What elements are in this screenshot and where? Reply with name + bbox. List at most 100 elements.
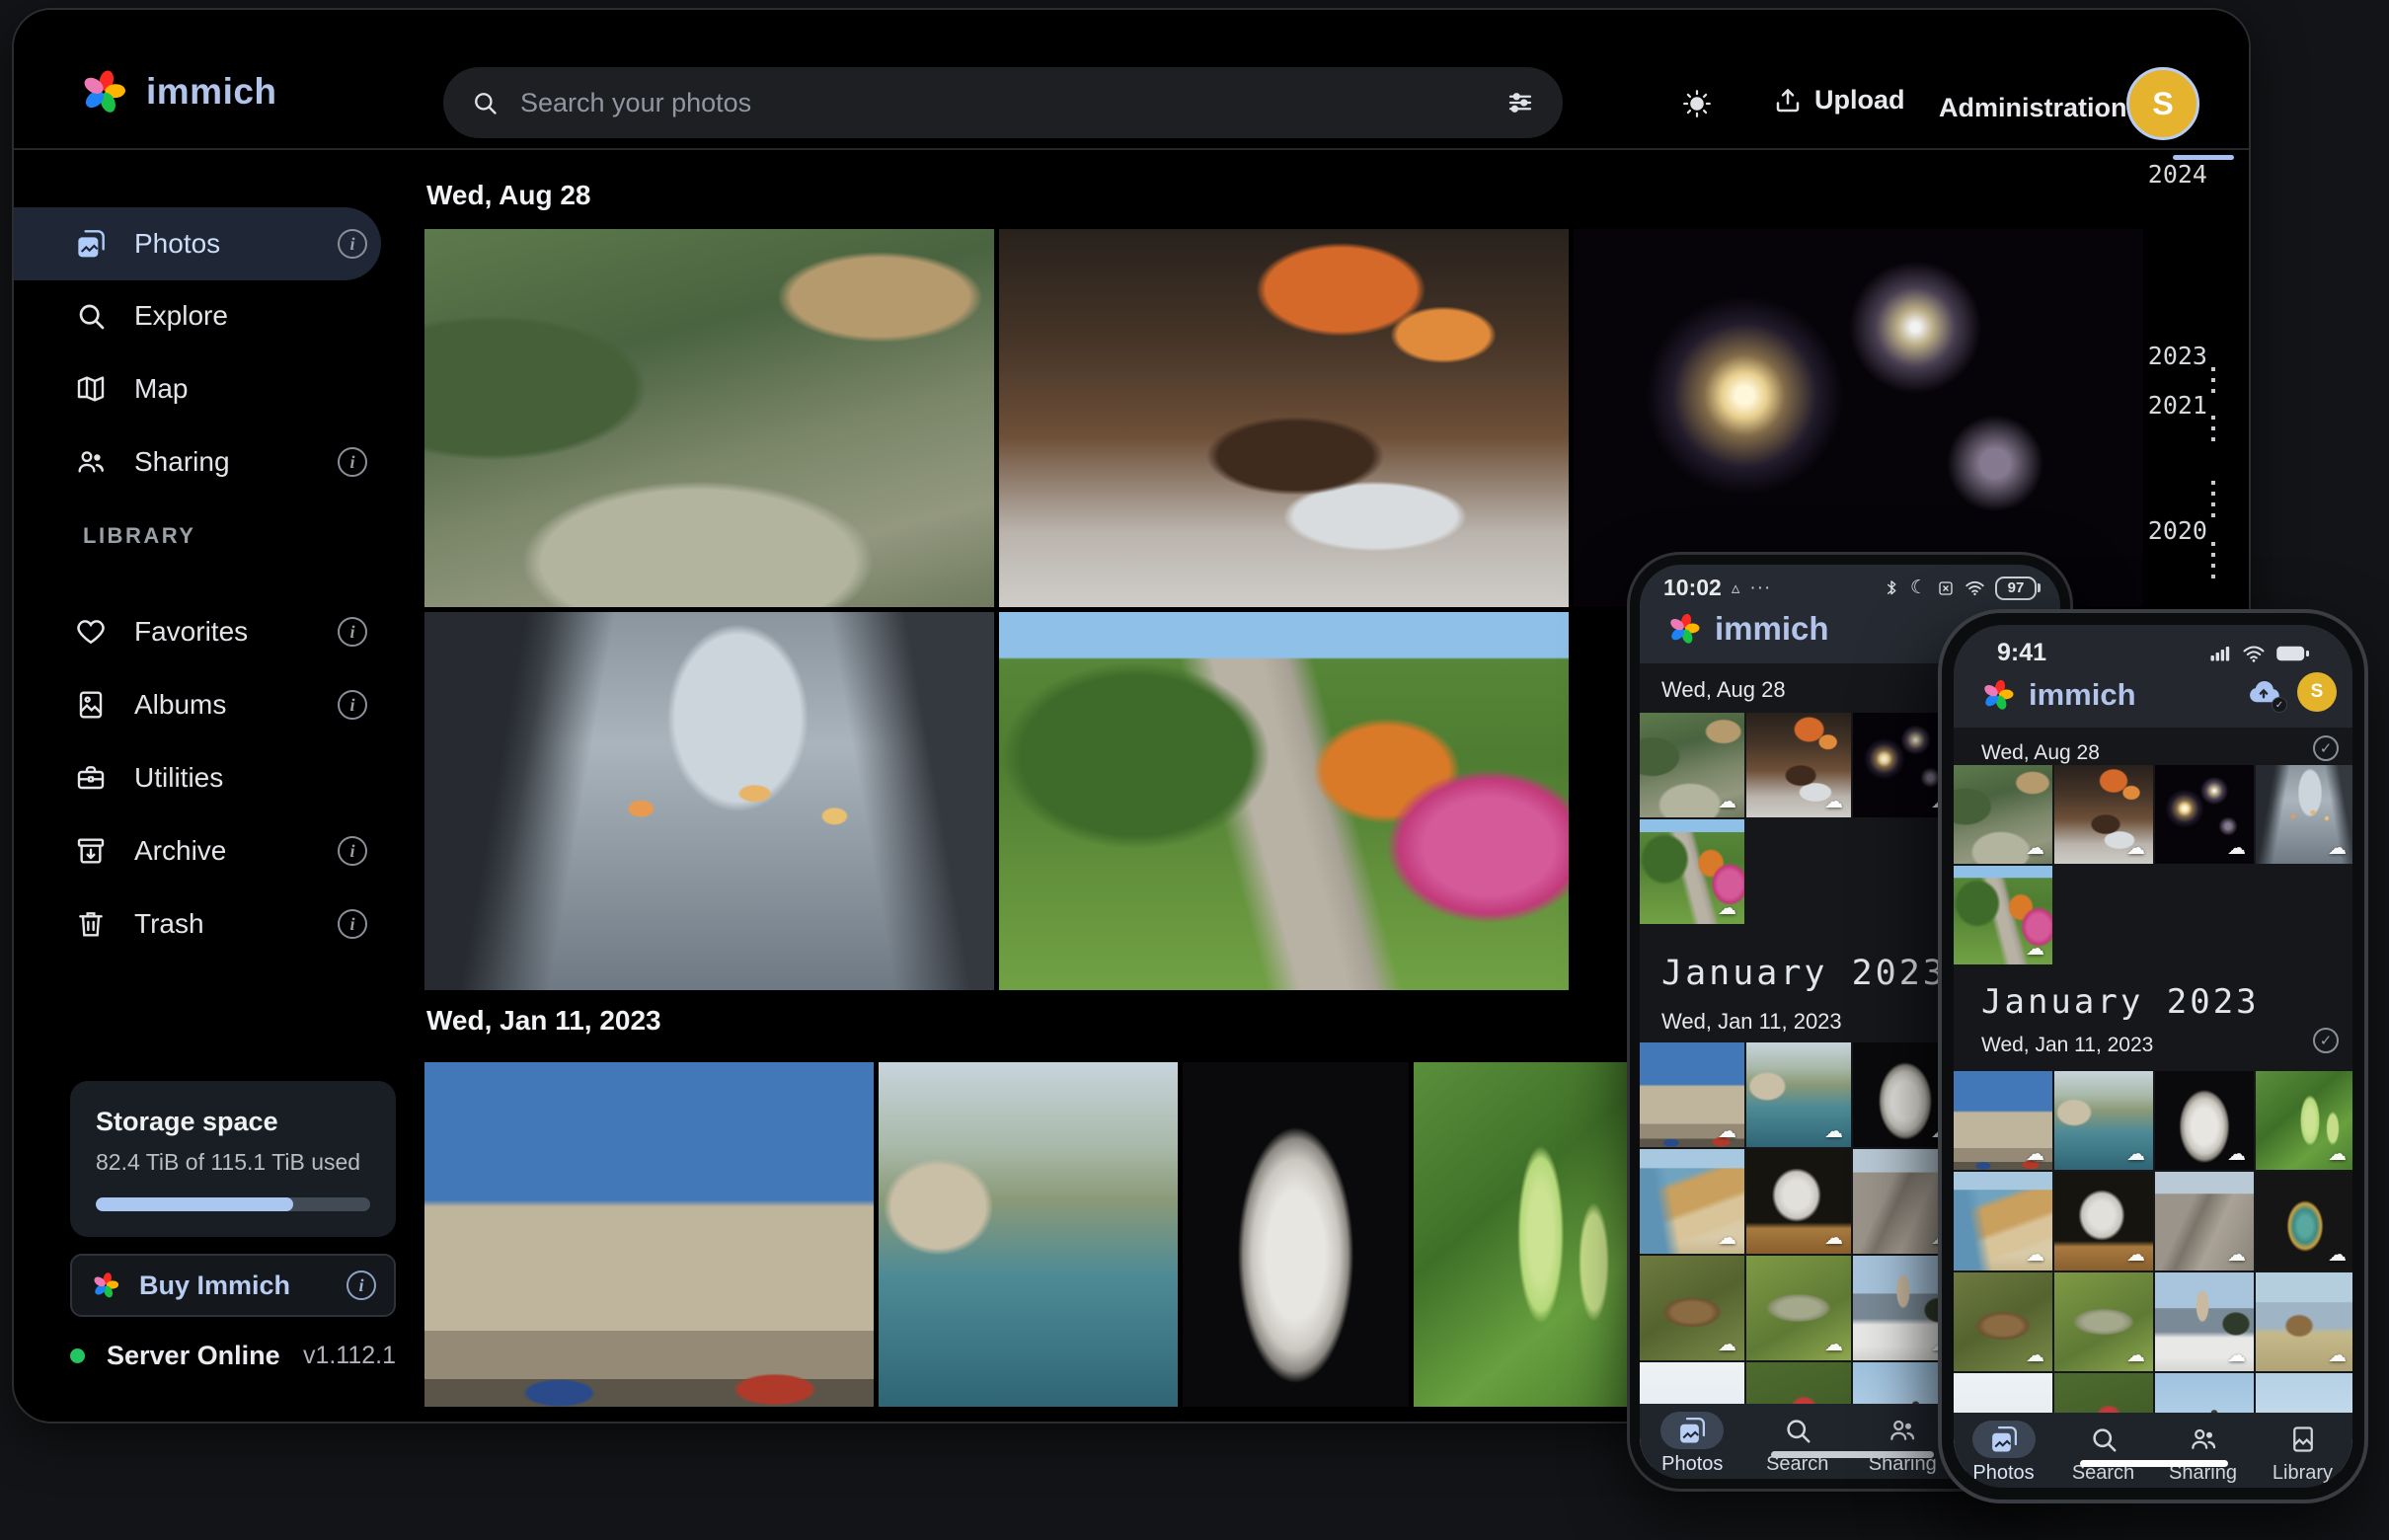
- photo-thumbnail-coast[interactable]: ☁: [2054, 1071, 2153, 1170]
- scrubber-year[interactable]: 2023: [2107, 342, 2207, 370]
- nav-tab-library[interactable]: Library: [2253, 1413, 2352, 1488]
- photo-thumbnail-hands[interactable]: [424, 612, 994, 990]
- photo-thumbnail-castle[interactable]: [424, 1062, 874, 1407]
- photo-thumbnail-hands[interactable]: ☁: [2256, 765, 2352, 864]
- no-sim-icon: [1937, 579, 1955, 597]
- sidebar-item-sharing[interactable]: Sharing i: [14, 425, 381, 499]
- wifi-icon: [1965, 578, 1985, 598]
- photo-thumbnail-coast[interactable]: [879, 1062, 1178, 1407]
- month-header: January 2023: [1661, 954, 1947, 993]
- search-icon: [75, 300, 107, 332]
- info-icon[interactable]: i: [338, 836, 367, 866]
- photo-thumbnail-bust[interactable]: ☁: [2155, 1071, 2254, 1170]
- photo-thumbnail-cake[interactable]: ☁: [2256, 1172, 2352, 1270]
- buy-immich-button[interactable]: Buy Immich i: [70, 1254, 396, 1317]
- photo-thumbnail-dinner[interactable]: ☁: [1746, 713, 1851, 817]
- administration-link[interactable]: Administration: [1939, 93, 2127, 123]
- info-icon[interactable]: i: [338, 229, 367, 259]
- photo-thumbnail-ruins[interactable]: ☁: [2155, 1172, 2254, 1270]
- photo-thumbnail-zoo[interactable]: ☁: [1954, 765, 2052, 864]
- people-icon: [1888, 1416, 1917, 1445]
- info-icon[interactable]: i: [338, 447, 367, 477]
- server-status-row: Server Online v1.112.1: [70, 1341, 396, 1371]
- upload-icon: [1773, 86, 1803, 116]
- cloud-sync-icon: ☁: [1824, 1227, 1843, 1250]
- nav-tab-search[interactable]: Search: [1745, 1404, 1851, 1479]
- photo-thumbnail-fireworks[interactable]: ☁: [2155, 765, 2254, 864]
- photo-thumbnail-lizard2[interactable]: ☁: [1746, 1256, 1851, 1360]
- user-avatar[interactable]: S: [2297, 672, 2337, 712]
- search-icon: [2089, 1424, 2119, 1454]
- sidebar-item-map[interactable]: Map: [14, 352, 381, 425]
- theme-toggle-button[interactable]: [1680, 87, 1714, 120]
- dnd-moon-icon: ☾: [1910, 577, 1927, 599]
- sidebar-item-explore[interactable]: Explore: [14, 279, 381, 352]
- photos-icon: [1677, 1416, 1707, 1445]
- home-indicator[interactable]: [1771, 1451, 1934, 1458]
- photo-thumbnail-coast[interactable]: ☁: [1746, 1042, 1851, 1147]
- photo-thumbnail-garden[interactable]: ☁: [1954, 866, 2052, 964]
- nav-tab-sharing[interactable]: Sharing: [2153, 1413, 2253, 1488]
- photo-thumbnail-zoo[interactable]: [424, 229, 994, 607]
- photo-thumbnail-village[interactable]: ☁: [2155, 1272, 2254, 1371]
- info-icon[interactable]: i: [338, 690, 367, 720]
- upload-button[interactable]: Upload: [1773, 85, 1905, 116]
- map-icon: [75, 373, 107, 405]
- search-input[interactable]: [520, 88, 1484, 118]
- cloud-sync-icon: ☁: [2026, 938, 2044, 961]
- cloud-sync-icon: ☁: [2026, 1345, 2044, 1367]
- select-all-check-icon[interactable]: ✓: [2313, 1028, 2339, 1053]
- nav-tab-photos[interactable]: Photos: [1640, 1404, 1745, 1479]
- sidebar-item-photos[interactable]: Photos i: [14, 207, 381, 280]
- sidebar-item-utilities[interactable]: Utilities: [14, 741, 381, 814]
- photo-thumbnail-farm[interactable]: ☁: [2256, 1272, 2352, 1371]
- status-time: 10:02: [1663, 575, 1722, 601]
- scrubber-year[interactable]: 2024: [2107, 160, 2207, 189]
- photo-thumbnail-fireworks[interactable]: [1574, 229, 2143, 607]
- photo-thumbnail-plant[interactable]: ☁: [2256, 1071, 2352, 1170]
- photos-icon: [75, 228, 107, 260]
- search-bar[interactable]: [443, 67, 1563, 138]
- photo-thumbnail-lizard1[interactable]: ☁: [1640, 1256, 1744, 1360]
- photo-thumbnail-dinner[interactable]: [999, 229, 1569, 607]
- people-icon: [75, 446, 107, 478]
- date-group-header: Wed, Jan 11, 2023: [426, 1005, 661, 1037]
- photo-thumbnail-lizard2[interactable]: ☁: [2054, 1272, 2153, 1371]
- search-icon: [1783, 1416, 1812, 1445]
- scrubber-year[interactable]: 2021: [2107, 391, 2207, 420]
- home-indicator[interactable]: [2080, 1460, 2228, 1467]
- photo-thumbnail-garden[interactable]: ☁: [1640, 819, 1744, 924]
- info-icon[interactable]: i: [338, 617, 367, 647]
- nav-tab-photos[interactable]: Photos: [1954, 1413, 2053, 1488]
- photo-thumbnail-castle[interactable]: ☁: [1954, 1071, 2052, 1170]
- cloud-sync-icon: ☁: [2328, 837, 2347, 860]
- backup-cloud-icon[interactable]: ✓: [2242, 676, 2285, 710]
- photo-thumbnail-bust[interactable]: [1183, 1062, 1409, 1407]
- info-icon[interactable]: i: [338, 909, 367, 939]
- photo-thumbnail-dinner[interactable]: ☁: [2054, 765, 2153, 864]
- scrubber-year[interactable]: 2020: [2107, 516, 2207, 545]
- photo-thumbnail-castle[interactable]: ☁: [1640, 1042, 1744, 1147]
- nav-tab-search[interactable]: Search: [2053, 1413, 2153, 1488]
- user-avatar[interactable]: S: [2126, 67, 2199, 140]
- cloud-sync-icon: ☁: [2227, 837, 2246, 860]
- sidebar-item-favorites[interactable]: Favorites i: [14, 595, 381, 668]
- cloud-sync-icon: ☁: [2227, 1143, 2246, 1166]
- search-filters-icon[interactable]: [1505, 88, 1535, 117]
- info-icon[interactable]: i: [347, 1270, 376, 1300]
- photo-thumbnail-beach[interactable]: ☁: [1640, 1149, 1744, 1254]
- date-group-header: Wed, Aug 28: [1981, 741, 2100, 765]
- app-logo[interactable]: immich: [77, 65, 277, 118]
- photo-thumbnail-garden[interactable]: [999, 612, 1569, 990]
- photo-thumbnail-plant[interactable]: [1414, 1062, 1645, 1407]
- sidebar-item-archive[interactable]: Archive i: [14, 814, 381, 887]
- photo-thumbnail-lizard1[interactable]: ☁: [1954, 1272, 2052, 1371]
- sidebar-item-trash[interactable]: Trash i: [14, 887, 381, 961]
- select-all-check-icon[interactable]: ✓: [2313, 735, 2339, 761]
- photo-thumbnail-beach[interactable]: ☁: [1954, 1172, 2052, 1270]
- sidebar-item-albums[interactable]: Albums i: [14, 668, 381, 741]
- cloud-sync-icon: ☁: [2328, 1345, 2347, 1367]
- photo-thumbnail-sculpt[interactable]: ☁: [1746, 1149, 1851, 1254]
- photo-thumbnail-sculpt[interactable]: ☁: [2054, 1172, 2153, 1270]
- photo-thumbnail-zoo[interactable]: ☁: [1640, 713, 1744, 817]
